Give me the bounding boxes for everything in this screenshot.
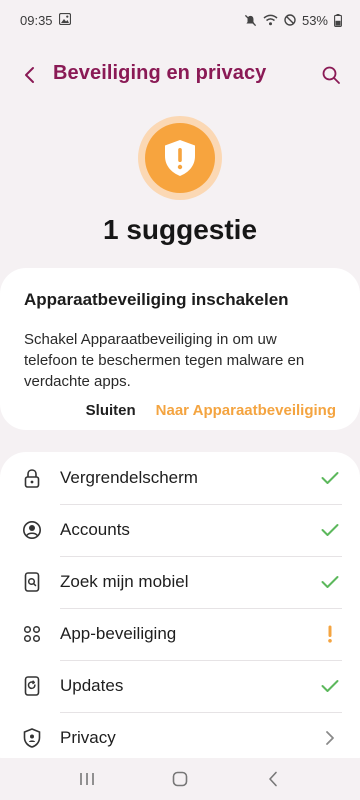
check-icon — [318, 518, 342, 542]
warning-icon — [318, 622, 342, 646]
list-item-updates[interactable]: Updates — [0, 660, 360, 712]
security-privacy-screen: 09:35 53% Beveiliging en privacy 1 sugge… — [0, 0, 360, 800]
find-device-icon — [22, 572, 42, 592]
list-item-label: Accounts — [60, 520, 130, 539]
gallery-notification-icon — [58, 12, 71, 28]
lock-icon — [22, 468, 42, 488]
account-icon — [22, 520, 42, 540]
back-button[interactable] — [14, 60, 44, 90]
battery-percent: 53% — [301, 12, 328, 28]
list-item-label: Updates — [60, 676, 124, 695]
suggestion-body: Schakel Apparaatbeveiliging in om uw tel… — [24, 331, 305, 390]
check-icon — [318, 466, 342, 490]
status-bar: 09:35 53% — [0, 0, 360, 40]
list-item-accounts[interactable]: Accounts — [0, 504, 360, 556]
status-shield-disc — [145, 123, 215, 193]
chevron-left-icon — [25, 67, 34, 83]
app-bar: Beveiliging en privacy — [0, 52, 360, 98]
status-shield-badge — [138, 116, 222, 200]
update-icon — [22, 676, 42, 696]
search-button[interactable] — [316, 60, 346, 90]
status-right: 53% — [244, 13, 342, 28]
warning-shield-icon — [165, 140, 195, 176]
mute-icon — [244, 14, 257, 27]
system-navigation-bar — [0, 758, 360, 800]
suggestion-count-title: 1 suggestie — [102, 214, 258, 245]
suggestion-actions: Sluiten Naar Apparaatbeveiliging — [86, 402, 336, 419]
suggestion-heading: Apparaatbeveiliging inschakelen — [24, 290, 289, 309]
home-button[interactable] — [160, 764, 200, 794]
list-item-privacy[interactable]: Privacy — [0, 712, 360, 764]
do-not-disturb-icon — [284, 14, 296, 26]
wifi-icon — [263, 14, 278, 26]
battery-icon — [334, 13, 342, 27]
go-to-device-protection-button[interactable]: Naar Apparaatbeveiliging — [156, 402, 336, 419]
apps-icon — [22, 624, 42, 644]
page-title: Beveiliging en privacy — [53, 62, 267, 84]
list-item-label: Vergrendelscherm — [60, 468, 198, 487]
recent-apps-icon — [79, 773, 94, 785]
privacy-shield-icon — [22, 728, 42, 748]
list-item-label: App-beveiliging — [60, 624, 177, 643]
home-icon — [172, 771, 188, 787]
back-nav-button[interactable] — [253, 764, 293, 794]
status-time: 09:35 — [20, 12, 53, 28]
close-button[interactable]: Sluiten — [86, 402, 136, 419]
check-icon — [318, 674, 342, 698]
list-item-label: Zoek mijn mobiel — [60, 572, 189, 591]
check-icon — [318, 570, 342, 594]
recent-apps-button[interactable] — [67, 764, 107, 794]
list-item-app-security[interactable]: App-beveiliging — [0, 608, 360, 660]
list-item-label: Privacy — [60, 728, 116, 747]
back-arrow-icon — [269, 771, 278, 787]
list-item-lock-screen[interactable]: Vergrendelscherm — [0, 452, 360, 504]
status-left: 09:35 — [20, 12, 71, 28]
search-icon — [322, 66, 340, 84]
security-settings-list: Vergrendelscherm Accounts Zoek mijn mobi… — [0, 452, 360, 782]
suggestion-card: Apparaatbeveiliging inschakelen Schakel … — [0, 268, 360, 430]
list-item-find-my-mobile[interactable]: Zoek mijn mobiel — [0, 556, 360, 608]
chevron-right-icon — [318, 726, 342, 750]
